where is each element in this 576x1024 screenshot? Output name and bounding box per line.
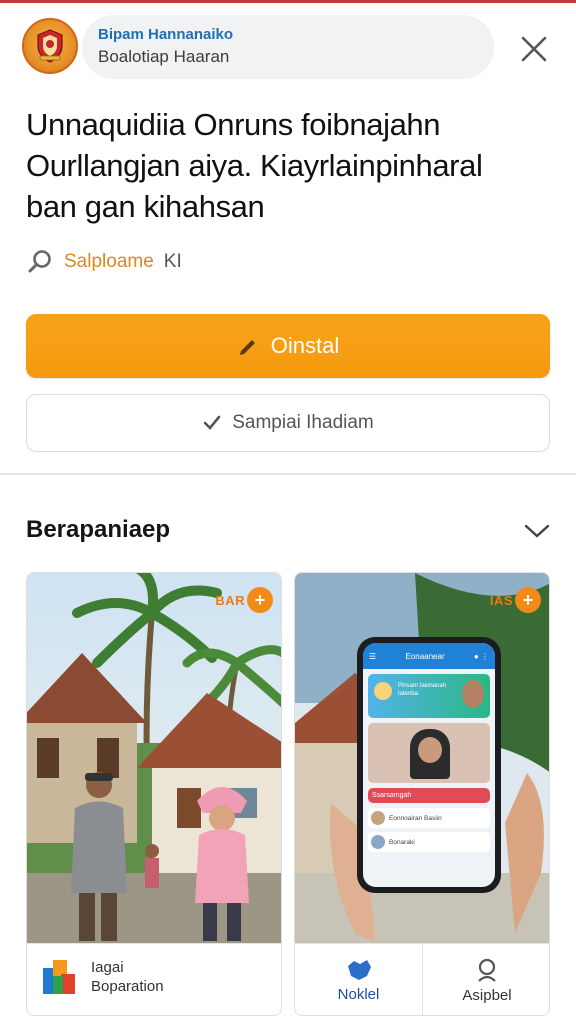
card-badge: IAS + [490,587,541,613]
footer-action-noklel[interactable]: Noklel [295,944,423,1015]
section-divider [0,473,576,475]
app-logo [22,18,78,74]
screenshot-card-phone[interactable]: ☰ Eonaanear ● ⋮ Pinsam Iaionanah Iatenba… [294,572,550,1016]
phone-row-text: Bonaraki [389,838,415,846]
card-badge-text: BAR [215,592,245,608]
card-badge-text: IAS [489,592,513,608]
footer-left-label: Noklel [337,986,380,1003]
title-line-1: Unnaquidiia Onruns foibnajahn [26,107,441,142]
crest-icon [37,29,63,63]
phone-app-bar: ☰ Eonaanear ● ⋮ [363,643,495,669]
chevron-down-icon [524,524,550,538]
search-meta-row[interactable]: Salploame KI [26,244,182,280]
meta-label: Salploame [64,251,154,272]
close-button[interactable] [512,27,556,71]
secondary-label: Sampiai Ihadiam [232,412,374,433]
phone-mockup-photo: ☰ Eonaanear ● ⋮ Pinsam Iaionanah Iatenba… [295,573,549,943]
install-label: Oinstal [270,333,340,358]
footer-action-asipbel[interactable]: Asipbel [423,944,549,1015]
card-footer-line-2: Boparation [91,978,164,995]
phone-row-text: Eonnoairan Basiin [389,814,442,822]
meta-suffix: KI [163,251,182,272]
page-title: Unnaquidiia Onruns foibnajahn Ourllangja… [26,104,556,227]
puzzle-logo-icon [43,960,75,994]
app-header: Bipam Hannanaiko Boalotiap Haaran [0,3,576,91]
search-person-icon [478,958,496,982]
section-title: Berapaniaep [26,516,171,543]
app-info-chip[interactable]: Bipam Hannanaiko Boalotiap Haaran [82,15,494,79]
screenshot-card-village[interactable]: BAR + Iagai Boparation [26,572,282,1016]
plus-icon: + [515,587,541,613]
phone-device: ☰ Eonaanear ● ⋮ Pinsam Iaionanah Iatenba… [357,637,501,893]
phone-screen: ☰ Eonaanear ● ⋮ Pinsam Iaionanah Iatenba… [363,643,495,887]
phone-list-heading: Ssarsamgah [368,788,490,803]
card-footer-line-1: Iagai [91,959,124,976]
phone-hero-text: Pinsam Iaionanah Iatenba [398,683,447,697]
village-illustration [27,573,281,943]
app-title: Bipam Hannanaiko [98,26,234,43]
app-subtitle: Boalotiap Haaran [98,47,230,66]
secondary-button[interactable]: Sampiai Ihadiam [26,394,550,452]
install-button[interactable]: Oinstal [26,314,550,378]
village-photo: BAR + [27,573,281,943]
phone-hero-banner: Pinsam Iaionanah Iatenba [368,674,490,718]
phone-list-row: Eonnoairan Basiin [368,808,490,828]
search-icon [28,250,51,273]
card-badge: BAR + [215,587,273,613]
close-icon [521,36,547,62]
title-line-3: ban gan kihahsan [26,189,265,224]
pencil-icon [239,340,255,355]
title-line-2: Ourllangjan aiya. Kiayrlainpinharal [26,148,483,183]
card-footer-right: Noklel Asipbel [295,943,549,1015]
phone-app-name: Eonaanear [405,651,445,661]
map-icon [347,960,371,980]
check-icon [203,415,221,430]
plus-icon: + [247,587,273,613]
phone-video-thumbnail [368,723,490,783]
section-toggle[interactable] [520,516,554,546]
card-footer-left: Iagai Boparation [27,943,281,1015]
footer-right-label: Asipbel [462,987,512,1004]
phone-list-row: Bonaraki [368,832,490,852]
